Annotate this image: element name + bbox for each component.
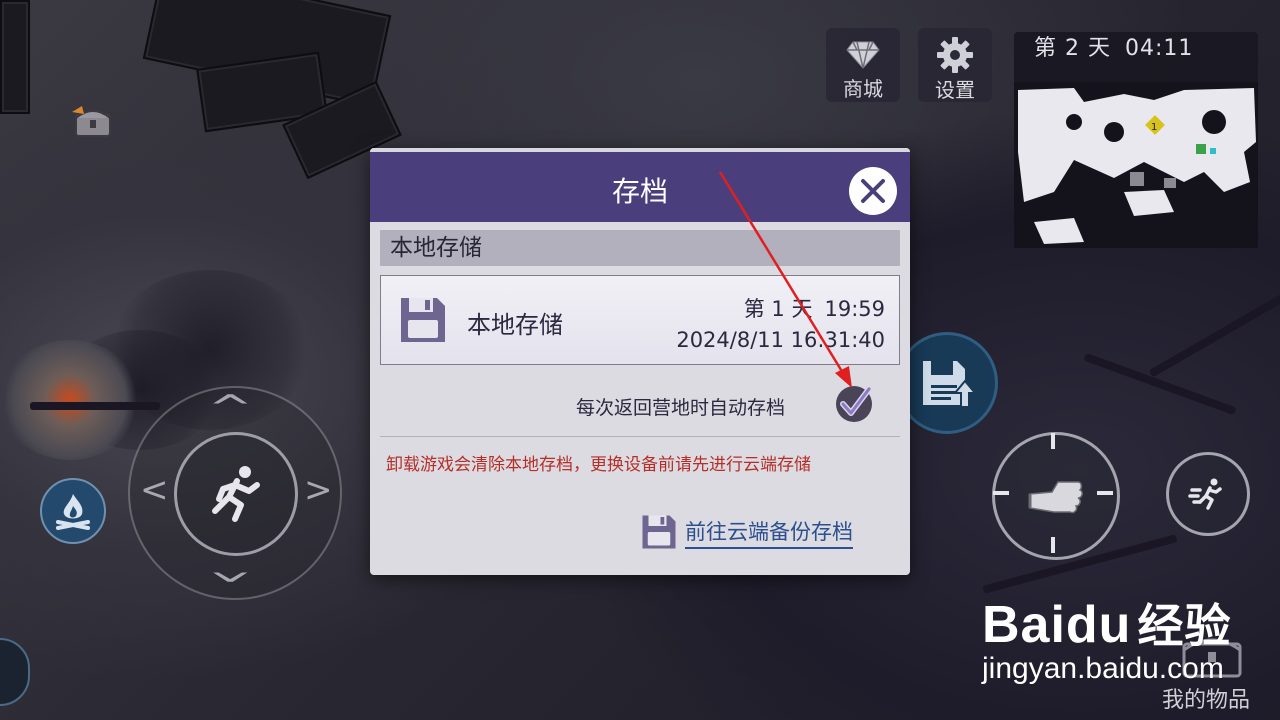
floppy-icon [399, 296, 447, 348]
run-icon [212, 466, 260, 522]
save-dialog: 存档 本地存储 本地存储 第 1 天 19:59 2024/8/11 16:31:… [370, 148, 910, 575]
sprint-icon [1188, 478, 1222, 510]
check-icon [840, 387, 871, 416]
local-save-slot[interactable]: 本地存储 第 1 天 19:59 2024/8/11 16:31:40 [380, 275, 900, 365]
settings-button[interactable]: 设置 [918, 28, 992, 102]
campfire-icon [56, 494, 90, 530]
joystick-right-arrow: > [304, 470, 333, 510]
debris-stick [1148, 290, 1280, 378]
save-upload-button[interactable] [896, 332, 998, 434]
close-button[interactable] [849, 167, 897, 215]
campfire-pit [0, 340, 140, 460]
slot-time: 19:59 [824, 297, 885, 321]
shop-label: 商城 [843, 77, 883, 101]
shop-button[interactable]: 商城 [826, 28, 900, 102]
slot-name: 本地存储 [467, 311, 563, 339]
warning-text: 卸载游戏会清除本地存档，更换设备前请先进行云端存储 [386, 455, 811, 475]
spit-stick [30, 402, 160, 410]
floppy-icon [642, 515, 676, 549]
baidu-watermark: Baidu 经验 jingyan.baidu.com [982, 590, 1231, 686]
watermark-brand-suffix: 经验 [1137, 600, 1232, 652]
slot-day-time: 第 1 天 19:59 [744, 293, 885, 323]
close-icon [861, 179, 885, 203]
game-clock: 04:11 [1124, 36, 1194, 61]
crosshair-icon [993, 433, 1113, 553]
save-upload-icon [923, 361, 977, 408]
minimap-terrain: 1 [1014, 82, 1258, 248]
slot-day: 第 1 天 [743, 297, 813, 321]
joystick-knob[interactable] [174, 432, 298, 556]
diamond-icon [845, 36, 881, 73]
game-scene: 商城 设置 第 2 天 04:11 1 ^ ^ < > 我的物品 Baidu 经… [0, 0, 1280, 720]
sprint-button[interactable] [1166, 452, 1250, 536]
debris-stick [1083, 352, 1237, 416]
cloud-backup-link-text[interactable]: 前往云端备份存档 [685, 516, 853, 549]
settings-label: 设置 [935, 78, 975, 102]
attack-button[interactable] [992, 432, 1120, 560]
autosave-checkbox[interactable] [836, 386, 872, 422]
slot-date: 2024/8/11 16:31:40 [676, 328, 885, 352]
minimap-header: 第 2 天 04:11 [1014, 32, 1258, 68]
section-title: 本地存储 [380, 230, 900, 266]
inventory-label[interactable]: 我的物品 [1162, 682, 1250, 714]
watermark-brand: Baidu [982, 596, 1132, 654]
minimap[interactable]: 第 2 天 04:11 1 [1014, 32, 1258, 248]
campfire-button[interactable] [40, 478, 106, 544]
wooden-fence [0, 0, 30, 114]
joystick-up-arrow: ^ [207, 388, 254, 428]
dialog-title: 存档 [611, 175, 668, 208]
autosave-label: 每次返回营地时自动存档 [576, 397, 786, 419]
day-counter: 第 2 天 [1034, 36, 1111, 61]
svg-text:1: 1 [1151, 122, 1157, 133]
joystick-left-arrow: < [140, 470, 169, 510]
treasure-chest-icon[interactable] [70, 104, 116, 140]
gear-icon [936, 36, 974, 74]
side-avatar-button[interactable] [0, 638, 30, 706]
cloud-backup-link[interactable]: 前往云端备份存档 [641, 514, 853, 550]
watermark-url: jingyan.baidu.com [982, 652, 1224, 685]
divider [380, 436, 900, 437]
